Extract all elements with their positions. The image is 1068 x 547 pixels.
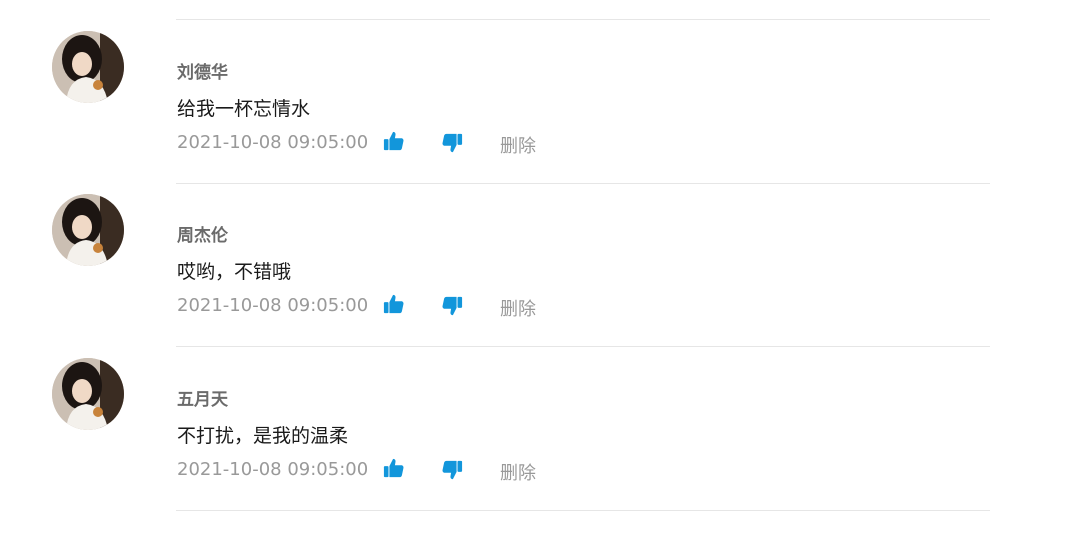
thumbs-down-icon[interactable] bbox=[441, 132, 463, 154]
delete-button[interactable]: 删除 bbox=[500, 295, 536, 321]
delete-button[interactable]: 删除 bbox=[500, 132, 536, 158]
username: 周杰伦 bbox=[177, 226, 228, 246]
username: 刘德华 bbox=[177, 63, 228, 83]
comment-text: 哎哟，不错哦 bbox=[177, 261, 292, 283]
divider bbox=[176, 510, 990, 511]
comment-text: 给我一杯忘情水 bbox=[177, 98, 311, 120]
timestamp: 2021-10-08 09:05:00 bbox=[177, 132, 369, 153]
avatar bbox=[52, 31, 124, 103]
thumbs-up-icon[interactable] bbox=[383, 457, 405, 479]
avatar bbox=[52, 358, 124, 430]
thumbs-up-icon[interactable] bbox=[383, 130, 405, 152]
comment-text: 不打扰，是我的温柔 bbox=[177, 425, 349, 447]
timestamp: 2021-10-08 09:05:00 bbox=[177, 459, 369, 480]
comment-list: 刘德华 给我一杯忘情水 2021-10-08 09:05:00 删除 周杰伦 哎… bbox=[0, 0, 1068, 547]
avatar bbox=[52, 194, 124, 266]
thumbs-down-icon[interactable] bbox=[441, 459, 463, 481]
comment-item: 五月天 不打扰，是我的温柔 2021-10-08 09:05:00 删除 bbox=[0, 347, 1068, 510]
username: 五月天 bbox=[177, 390, 228, 410]
comment-item: 刘德华 给我一杯忘情水 2021-10-08 09:05:00 删除 bbox=[0, 20, 1068, 183]
timestamp: 2021-10-08 09:05:00 bbox=[177, 295, 369, 316]
thumbs-down-icon[interactable] bbox=[441, 295, 463, 317]
thumbs-up-icon[interactable] bbox=[383, 293, 405, 315]
delete-button[interactable]: 删除 bbox=[500, 459, 536, 485]
comment-item: 周杰伦 哎哟，不错哦 2021-10-08 09:05:00 删除 bbox=[0, 183, 1068, 346]
